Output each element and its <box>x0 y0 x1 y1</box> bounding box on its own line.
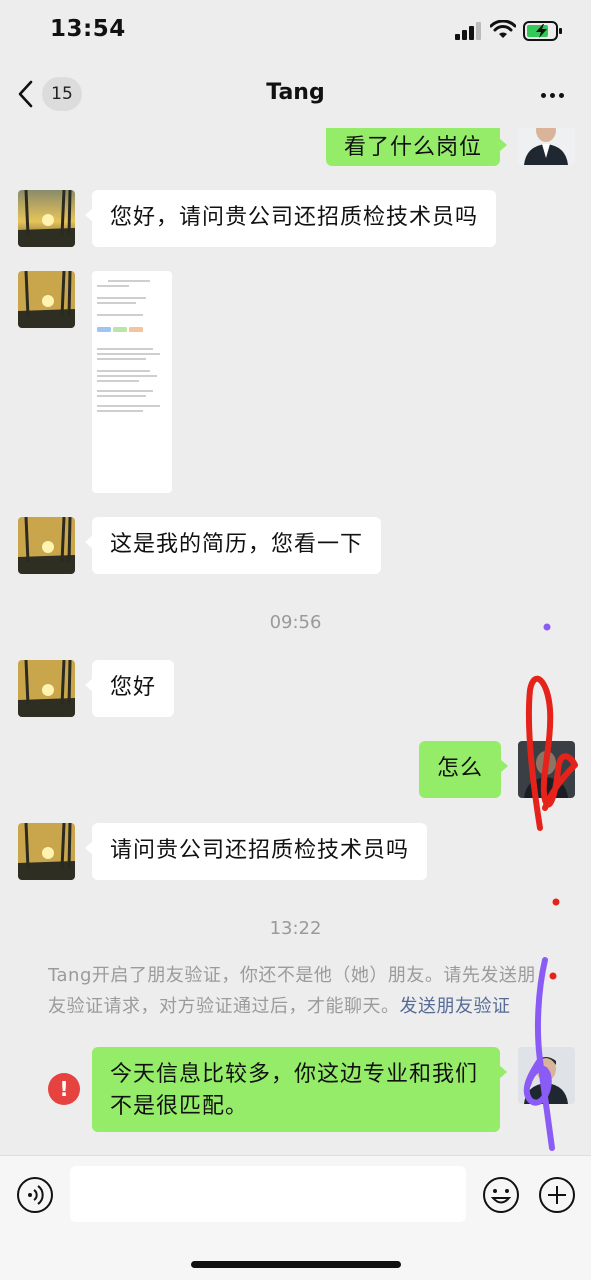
message-bubble-sent[interactable]: 看了什么岗位 <box>326 128 508 166</box>
message-bubble-received[interactable]: 您好，请问贵公司还招质检技术员吗 <box>84 190 497 247</box>
home-indicator <box>191 1261 401 1268</box>
nav-bar: 15 Tang <box>0 62 591 128</box>
status-bar: 13:54 <box>0 0 591 62</box>
message-bubble-received[interactable]: 请问贵公司还招质检技术员吗 <box>84 823 428 880</box>
send-friend-request-link[interactable]: 发送朋友验证 <box>400 996 511 1017</box>
my-avatar[interactable] <box>518 128 575 165</box>
message-input[interactable] <box>70 1166 466 1222</box>
chevron-left-icon <box>18 80 33 108</box>
message-bubble-sent-failed[interactable]: 今天信息比较多，你这边专业和我们不是很匹配。 <box>92 1047 507 1132</box>
error-icon[interactable]: ! <box>48 1073 80 1105</box>
signal-icon <box>455 22 481 40</box>
input-bar <box>0 1155 591 1280</box>
voice-icon[interactable] <box>16 1176 54 1214</box>
chat-message-list[interactable]: 看了什么岗位 您好，请问贵公司还招质检技术员吗 这是我的简历，您看一下 09:5… <box>0 128 591 1155</box>
message-bubble-sent[interactable]: 怎么 <box>419 741 509 798</box>
my-avatar[interactable] <box>518 741 575 798</box>
message-timestamp: 13:22 <box>269 918 322 939</box>
more-dot <box>549 92 555 98</box>
contact-avatar[interactable] <box>18 517 75 574</box>
wifi-icon <box>490 20 516 38</box>
back-button[interactable]: 15 <box>16 76 96 112</box>
system-notice: Tang开启了朋友验证，你还不是他（她）朋友。请先发送朋友验证请求，对方验证通过… <box>48 960 548 1022</box>
resume-image-message[interactable] <box>92 271 172 493</box>
status-time: 13:54 <box>50 16 126 42</box>
contact-avatar[interactable] <box>18 660 75 717</box>
unread-count-badge: 15 <box>42 77 82 111</box>
my-avatar[interactable] <box>518 1047 575 1104</box>
message-bubble-received[interactable]: 您好 <box>84 660 175 717</box>
contact-avatar[interactable] <box>18 271 75 328</box>
more-dot <box>540 92 546 98</box>
contact-avatar[interactable] <box>18 823 75 880</box>
contact-avatar[interactable] <box>18 190 75 247</box>
more-dot <box>558 92 564 98</box>
message-bubble-received[interactable]: 这是我的简历，您看一下 <box>84 517 382 574</box>
more-button[interactable] <box>537 80 567 110</box>
plus-icon[interactable] <box>538 1176 576 1214</box>
emoji-icon[interactable] <box>482 1176 520 1214</box>
message-timestamp: 09:56 <box>269 612 322 633</box>
battery-charging-icon <box>523 21 562 41</box>
